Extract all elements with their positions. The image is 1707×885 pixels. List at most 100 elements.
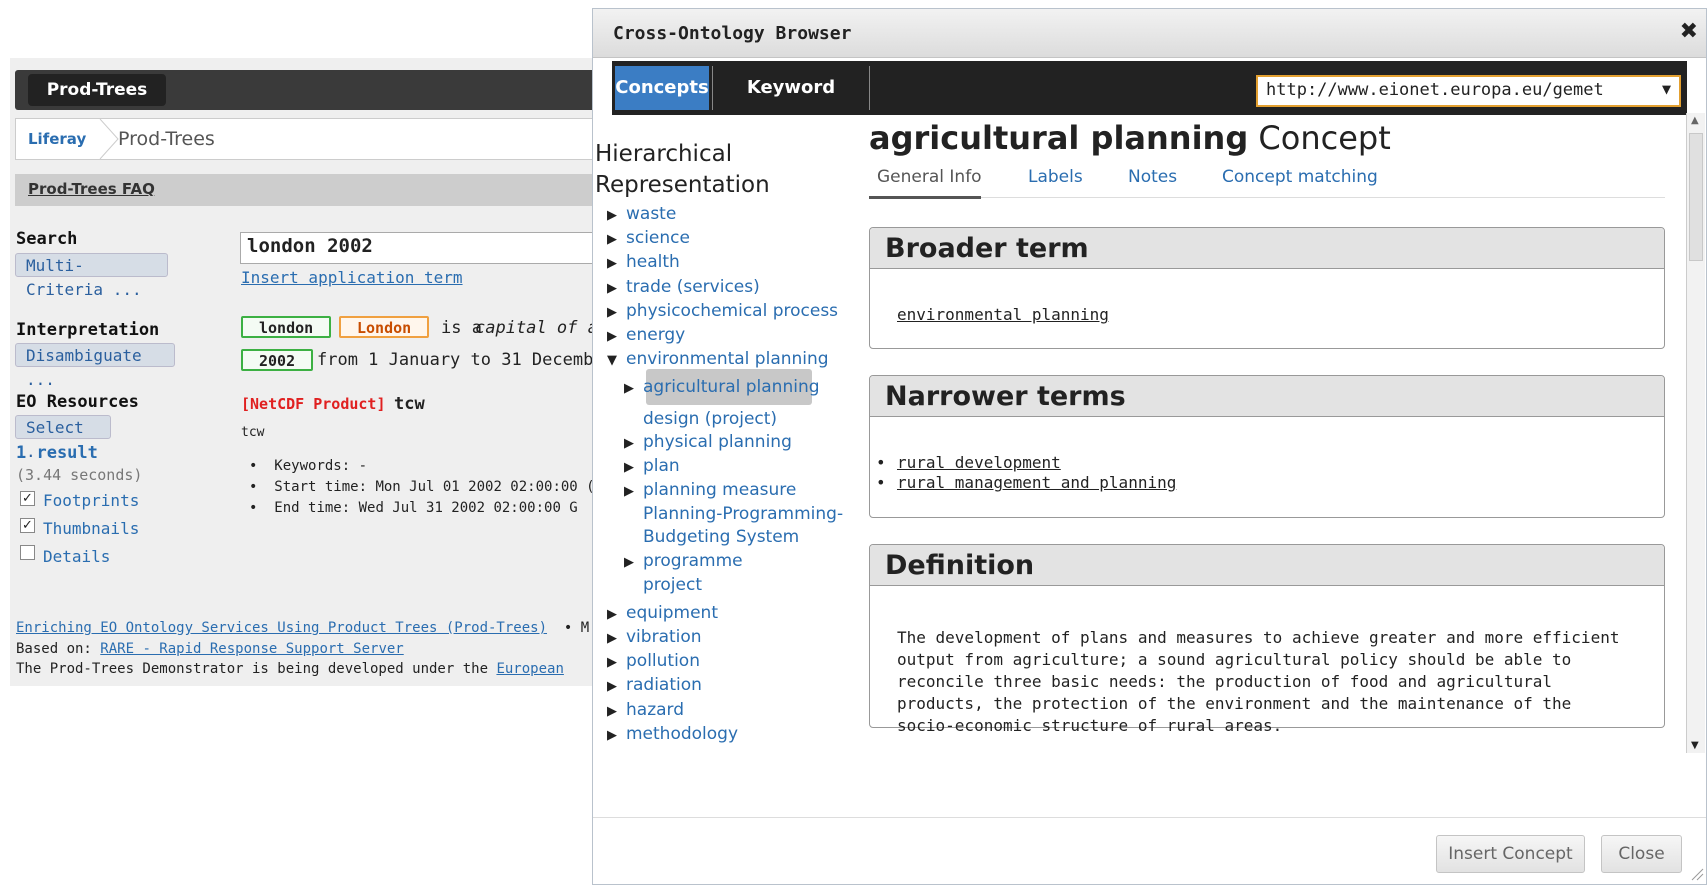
tree-title-line-1: Hierarchical	[595, 141, 733, 167]
tree-item[interactable]: ▶ programme	[624, 551, 743, 571]
tree-item[interactable]: ▶ planning measure	[624, 480, 796, 500]
dialog-title: Cross-Ontology Browser	[613, 23, 852, 44]
expand-icon: ▶	[607, 704, 617, 719]
details-checkbox[interactable]	[20, 545, 35, 560]
expand-icon: ▶	[607, 305, 617, 320]
close-button[interactable]: Close	[1601, 835, 1682, 873]
dialog-titlebar[interactable]: Cross-Ontology Browser ✖	[593, 9, 1706, 58]
footer-line-2: Based on: RARE - Rapid Response Support …	[16, 641, 404, 657]
interpretation-label: Interpretation	[16, 320, 160, 340]
insert-concept-button[interactable]: Insert Concept	[1436, 835, 1585, 873]
footprints-checkbox[interactable]: ✓	[20, 491, 35, 506]
tree-item[interactable]: ▶ methodology	[607, 724, 738, 744]
eo-resources-label: EO Resources	[16, 392, 139, 412]
tree-title: Hierarchical Representation	[595, 139, 770, 201]
expand-icon: ▶	[607, 655, 617, 670]
scroll-up-icon[interactable]: ▲	[1691, 115, 1699, 126]
tree-item[interactable]: ▶ pollution	[607, 651, 700, 671]
expand-icon: ▶	[624, 484, 634, 499]
tree-item[interactable]: ▶ hazard	[607, 700, 684, 720]
tag-london[interactable]: london	[241, 316, 332, 338]
multi-criteria-button[interactable]: Multi-Criteria ...	[15, 253, 168, 299]
tab-labels[interactable]: Labels	[1028, 167, 1083, 187]
collapse-icon: ▼	[607, 353, 617, 368]
expand-icon: ▶	[624, 555, 634, 570]
tree-item[interactable]: ▶ physical planning	[624, 432, 792, 452]
tab-concept-matching[interactable]: Concept matching	[1222, 167, 1378, 187]
expand-icon: ▶	[607, 329, 617, 344]
expand-icon: ▶	[607, 208, 617, 223]
expand-icon: ▶	[607, 256, 617, 271]
definition-panel: Definition The development of plans and …	[869, 544, 1665, 735]
tree-item[interactable]: ▶ equipment	[607, 603, 718, 623]
disambiguate-button[interactable]: Disambiguate ...	[15, 343, 175, 389]
tree-item-selected[interactable]: ▶ agricultural planning	[624, 377, 820, 397]
tree-item-expanded[interactable]: ▼ environmental planning	[607, 349, 829, 369]
narrower-term-link[interactable]: rural management and planning	[897, 473, 1176, 492]
tab-notes[interactable]: Notes	[1128, 167, 1177, 187]
panel-header: Definition	[870, 545, 1664, 586]
concept-name: agricultural planning	[869, 119, 1249, 157]
ontology-select[interactable]: http://www.eionet.europa.eu/gemet ▼	[1256, 75, 1681, 107]
resize-grip-icon[interactable]	[1690, 867, 1704, 881]
scroll-down-icon[interactable]: ▼	[1691, 740, 1699, 751]
definition-text: The development of plans and measures to…	[897, 628, 1620, 735]
footer-project-link[interactable]: Enriching EO Ontology Services Using Pro…	[16, 620, 547, 636]
content-scrollbar[interactable]: ▲ ▼	[1686, 113, 1705, 753]
tree-title-line-2: Representation	[595, 172, 770, 198]
product-name[interactable]: tcw	[394, 394, 425, 414]
list-bullet: •	[876, 453, 886, 472]
product-tag: [NetCDF Product]	[241, 395, 386, 413]
footprints-label[interactable]: Footprints	[43, 491, 139, 510]
result-count[interactable]: 1 result	[16, 443, 98, 463]
dialog-footer-divider	[593, 817, 1706, 818]
scrollbar-thumb[interactable]	[1689, 133, 1703, 261]
cross-ontology-dialog: Cross-Ontology Browser ✖ Concepts Keywor…	[592, 8, 1707, 885]
tree-item[interactable]: ▶ plan	[624, 456, 680, 476]
tree-item[interactable]: ▶ vibration	[607, 627, 702, 647]
concept-title: agricultural planning Concept	[869, 119, 1391, 157]
site-tab[interactable]: Prod-Trees	[28, 74, 166, 106]
product-subtitle: tcw	[241, 425, 265, 440]
expand-icon: ▶	[607, 232, 617, 247]
broader-term-link[interactable]: environmental planning	[897, 305, 1109, 324]
narrower-term-link[interactable]: rural development	[897, 453, 1061, 472]
tree-item[interactable]: ▶ energy	[607, 325, 685, 345]
thumbnails-label[interactable]: Thumbnails	[43, 519, 139, 538]
select-button[interactable]: Select ...	[15, 415, 111, 461]
insert-application-term-link[interactable]: Insert application term	[241, 268, 463, 287]
panel-title: Definition	[885, 550, 1035, 581]
footer-rare-link[interactable]: RARE - Rapid Response Support Server	[100, 641, 403, 657]
panel-header: Broader term	[870, 228, 1664, 269]
tab-general-info[interactable]: General Info	[877, 167, 982, 187]
footer-line-3: The Prod-Trees Demonstrator is being dev…	[16, 661, 564, 677]
tree-item[interactable]: ▶ radiation	[607, 675, 702, 695]
search-time: (3.44 seconds)	[16, 466, 143, 484]
tree-item[interactable]: ▶ physicochemical process	[607, 301, 838, 321]
tree-item[interactable]: project	[643, 575, 702, 595]
tree-item[interactable]: ▶ waste	[607, 204, 676, 224]
tab-keyword-search[interactable]: Keyword Search	[712, 66, 870, 142]
dialog-toolbar: Concepts Keyword Search http://www.eione…	[612, 61, 1687, 142]
tree-item[interactable]: ▶ trade (services)	[607, 277, 760, 297]
expand-icon: ▶	[624, 436, 634, 451]
tree-item[interactable]: design (project)	[643, 409, 777, 429]
close-icon[interactable]: ✖	[1680, 19, 1698, 44]
footer-european-link[interactable]: European	[496, 661, 563, 677]
tag-london-capital[interactable]: London	[339, 316, 430, 338]
thumbnails-checkbox[interactable]: ✓	[20, 518, 35, 533]
tree-item[interactable]: ▶ science	[607, 228, 690, 248]
tree-item-continued[interactable]: Budgeting System	[643, 527, 799, 547]
tree-item[interactable]: ▶ health	[607, 252, 680, 272]
breadcrumb-home[interactable]: Liferay	[28, 130, 86, 148]
details-label[interactable]: Details	[43, 547, 110, 566]
search-input[interactable]: london 2002	[240, 232, 610, 264]
tab-concepts[interactable]: Concepts	[615, 66, 709, 110]
narrower-terms-panel: Narrower terms • rural development • rur…	[869, 375, 1665, 518]
footer-line-1: Enriching EO Ontology Services Using Pro…	[16, 620, 590, 636]
faq-link[interactable]: Prod-Trees FAQ	[28, 180, 155, 198]
ontology-select-value: http://www.eionet.europa.eu/gemet	[1266, 80, 1604, 100]
tag-2002[interactable]: 2002	[241, 349, 314, 371]
tree-item[interactable]: Planning-Programming-	[643, 504, 843, 524]
panel-title: Narrower terms	[885, 381, 1126, 412]
